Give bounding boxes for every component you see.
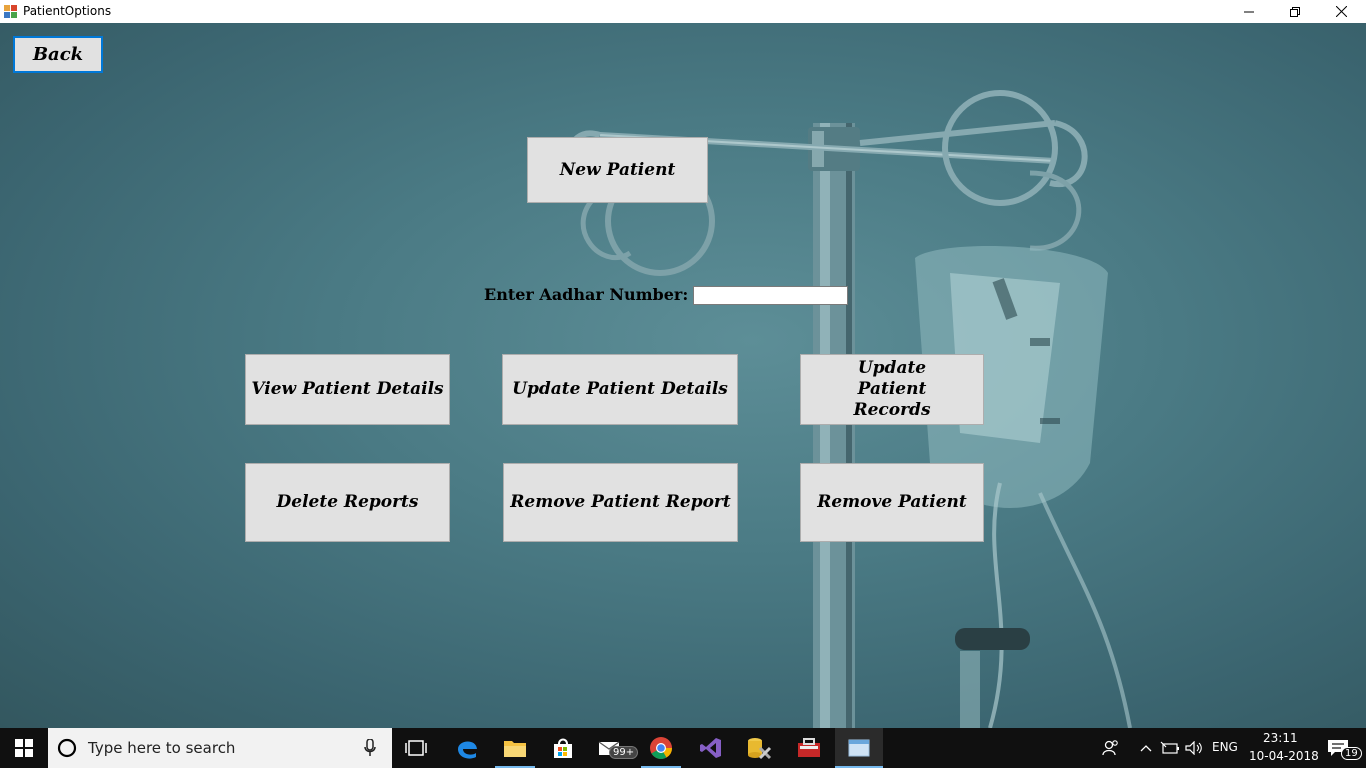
minimize-button[interactable]: [1226, 0, 1272, 23]
taskbar-chrome[interactable]: [637, 728, 685, 768]
app-icon: [4, 5, 17, 18]
folder-icon: [504, 741, 526, 757]
database-tools-icon: [748, 738, 772, 760]
show-hidden-icons-button[interactable]: [1136, 728, 1156, 768]
cortana-circle-icon: [57, 738, 77, 758]
chrome-icon: [650, 737, 672, 759]
aadhar-number-input[interactable]: [693, 286, 848, 305]
toolbox-icon: [798, 738, 820, 757]
task-view-button[interactable]: [393, 728, 439, 768]
taskbar-store[interactable]: [539, 728, 587, 768]
minimize-icon: [1244, 11, 1254, 12]
window-title: PatientOptions: [23, 4, 112, 18]
language-indicator[interactable]: ENG: [1212, 740, 1238, 754]
back-button[interactable]: Back: [13, 36, 103, 73]
taskbar-mail[interactable]: 99+: [587, 728, 639, 768]
visual-studio-icon: [700, 738, 721, 758]
notification-count-badge: 19: [1341, 747, 1362, 760]
battery-plug-icon: [1160, 741, 1179, 754]
taskbar-file-explorer[interactable]: [491, 728, 539, 768]
winform-window-icon: [848, 739, 870, 757]
taskbar-edge[interactable]: [443, 728, 491, 768]
taskbar-visual-studio[interactable]: [687, 728, 735, 768]
delete-reports-button[interactable]: Delete Reports: [245, 463, 450, 542]
people-icon: [1102, 740, 1118, 756]
restore-button[interactable]: [1272, 0, 1318, 23]
store-bag-icon: [554, 738, 572, 758]
restore-icon: [1290, 6, 1300, 17]
taskbar-app-red[interactable]: [785, 728, 833, 768]
aadhar-number-label: Enter Aadhar Number:: [484, 285, 689, 304]
title-bar: PatientOptions: [0, 0, 1366, 23]
task-view-icon: [405, 740, 427, 756]
start-button[interactable]: [0, 728, 48, 768]
volume-button[interactable]: [1182, 728, 1206, 768]
form-client-area: Back New Patient Enter Aadhar Number: Vi…: [0, 23, 1366, 728]
speaker-icon: [1185, 741, 1202, 755]
taskbar-search-box[interactable]: Type here to search: [48, 728, 392, 768]
taskbar-sql-tool[interactable]: [735, 728, 783, 768]
view-patient-details-button[interactable]: View Patient Details: [245, 354, 450, 425]
clock-date[interactable]: 10-04-2018: [1249, 749, 1319, 763]
remove-patient-report-button[interactable]: Remove Patient Report: [503, 463, 738, 542]
chevron-up-icon: [1140, 745, 1152, 752]
people-button[interactable]: [1097, 728, 1125, 768]
new-patient-button[interactable]: New Patient: [527, 137, 708, 203]
remove-patient-button[interactable]: Remove Patient: [800, 463, 984, 542]
battery-network-button[interactable]: [1158, 728, 1182, 768]
clock-time[interactable]: 23:11: [1263, 731, 1298, 745]
taskbar-patient-options-window[interactable]: [835, 728, 883, 768]
search-placeholder: Type here to search: [88, 739, 236, 757]
mail-unread-badge: 99+: [609, 746, 639, 759]
action-center-button[interactable]: 19: [1318, 728, 1362, 768]
update-patient-details-button[interactable]: Update Patient Details: [502, 354, 738, 425]
microphone-icon[interactable]: [364, 739, 376, 757]
close-button[interactable]: [1318, 0, 1364, 23]
taskbar: Type here to search 99+ ENG 23:11 10-04-…: [0, 728, 1366, 768]
windows-logo-icon: [15, 739, 33, 757]
update-patient-records-button[interactable]: Update Patient Records: [800, 354, 984, 425]
edge-icon: [458, 741, 477, 759]
close-icon: [1335, 6, 1347, 17]
